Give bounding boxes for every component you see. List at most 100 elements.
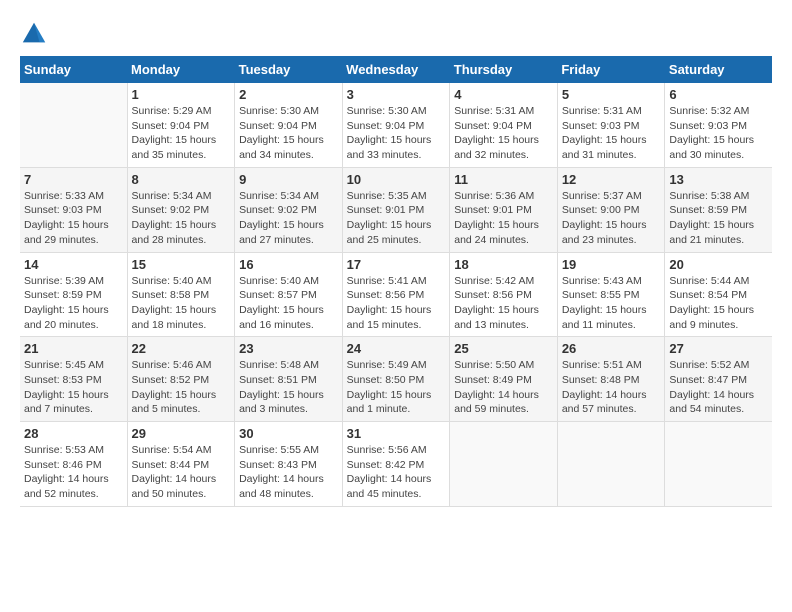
- calendar-cell: 26 Sunrise: 5:51 AMSunset: 8:48 PMDayligh…: [557, 337, 665, 422]
- day-info: Sunrise: 5:42 AMSunset: 8:56 PMDaylight:…: [454, 274, 553, 333]
- calendar-cell: 23 Sunrise: 5:48 AMSunset: 8:51 PMDayligh…: [235, 337, 343, 422]
- day-info: Sunrise: 5:35 AMSunset: 9:01 PMDaylight:…: [347, 189, 446, 248]
- day-info: Sunrise: 5:52 AMSunset: 8:47 PMDaylight:…: [669, 358, 768, 417]
- day-info: Sunrise: 5:54 AMSunset: 8:44 PMDaylight:…: [132, 443, 231, 502]
- day-number: 22: [132, 341, 231, 356]
- day-number: 31: [347, 426, 446, 441]
- day-info: Sunrise: 5:45 AMSunset: 8:53 PMDaylight:…: [24, 358, 123, 417]
- calendar-cell: 24Sunrise: 5:49 AMSunset: 8:50 PMDayligh…: [342, 337, 450, 422]
- day-info: Sunrise: 5:32 AMSunset: 9:03 PMDaylight:…: [669, 104, 768, 163]
- day-info: Sunrise: 5:34 AMSunset: 9:02 PMDaylight:…: [239, 189, 338, 248]
- calendar-cell: 21 Sunrise: 5:45 AMSunset: 8:53 PMDayligh…: [20, 337, 127, 422]
- day-info: Sunrise: 5:31 AMSunset: 9:03 PMDaylight:…: [562, 104, 661, 163]
- day-info: Sunrise: 5:40 AMSunset: 8:58 PMDaylight:…: [132, 274, 231, 333]
- day-number: 3: [347, 87, 446, 102]
- day-info: Sunrise: 5:29 AMSunset: 9:04 PMDaylight:…: [132, 104, 231, 163]
- column-header-wednesday: Wednesday: [342, 56, 450, 83]
- calendar-cell: 13 Sunrise: 5:38 AMSunset: 8:59 PMDayligh…: [665, 167, 772, 252]
- day-number: 26: [562, 341, 661, 356]
- calendar-cell: 17 Sunrise: 5:41 AMSunset: 8:56 PMDayligh…: [342, 252, 450, 337]
- calendar-cell: 28Sunrise: 5:53 AMSunset: 8:46 PMDayligh…: [20, 422, 127, 507]
- day-number: 9: [239, 172, 338, 187]
- column-header-tuesday: Tuesday: [235, 56, 343, 83]
- day-number: 18: [454, 257, 553, 272]
- day-info: Sunrise: 5:41 AMSunset: 8:56 PMDaylight:…: [347, 274, 446, 333]
- day-info: Sunrise: 5:40 AMSunset: 8:57 PMDaylight:…: [239, 274, 338, 333]
- day-info: Sunrise: 5:51 AMSunset: 8:48 PMDaylight:…: [562, 358, 661, 417]
- day-number: 6: [669, 87, 768, 102]
- calendar-cell: 3 Sunrise: 5:30 AMSunset: 9:04 PMDaylight…: [342, 83, 450, 167]
- logo: [20, 20, 52, 48]
- day-number: 14: [24, 257, 123, 272]
- day-number: 2: [239, 87, 338, 102]
- column-header-thursday: Thursday: [450, 56, 558, 83]
- day-info: Sunrise: 5:38 AMSunset: 8:59 PMDaylight:…: [669, 189, 768, 248]
- day-info: Sunrise: 5:46 AMSunset: 8:52 PMDaylight:…: [132, 358, 231, 417]
- day-number: 12: [562, 172, 661, 187]
- day-number: 17: [347, 257, 446, 272]
- calendar-cell: 29 Sunrise: 5:54 AMSunset: 8:44 PMDayligh…: [127, 422, 235, 507]
- calendar-cell: 19Sunrise: 5:43 AMSunset: 8:55 PMDayligh…: [557, 252, 665, 337]
- calendar-cell: 22 Sunrise: 5:46 AMSunset: 8:52 PMDayligh…: [127, 337, 235, 422]
- calendar-cell: 8 Sunrise: 5:34 AMSunset: 9:02 PMDaylight…: [127, 167, 235, 252]
- calendar-cell: 7Sunrise: 5:33 AMSunset: 9:03 PMDaylight…: [20, 167, 127, 252]
- calendar-cell: 4 Sunrise: 5:31 AMSunset: 9:04 PMDaylight…: [450, 83, 558, 167]
- calendar-cell: 11Sunrise: 5:36 AMSunset: 9:01 PMDayligh…: [450, 167, 558, 252]
- day-number: 7: [24, 172, 123, 187]
- calendar-week-row: 14Sunrise: 5:39 AMSunset: 8:59 PMDayligh…: [20, 252, 772, 337]
- day-info: Sunrise: 5:49 AMSunset: 8:50 PMDaylight:…: [347, 358, 446, 417]
- calendar-cell: 14Sunrise: 5:39 AMSunset: 8:59 PMDayligh…: [20, 252, 127, 337]
- calendar-table: SundayMondayTuesdayWednesdayThursdayFrid…: [20, 56, 772, 507]
- day-number: 13: [669, 172, 768, 187]
- column-header-saturday: Saturday: [665, 56, 772, 83]
- calendar-cell: 5Sunrise: 5:31 AMSunset: 9:03 PMDaylight…: [557, 83, 665, 167]
- day-number: 28: [24, 426, 123, 441]
- calendar-cell: 10 Sunrise: 5:35 AMSunset: 9:01 PMDayligh…: [342, 167, 450, 252]
- day-info: Sunrise: 5:30 AMSunset: 9:04 PMDaylight:…: [347, 104, 446, 163]
- calendar-cell: 2 Sunrise: 5:30 AMSunset: 9:04 PMDaylight…: [235, 83, 343, 167]
- logo-icon: [20, 20, 48, 48]
- calendar-cell: 16 Sunrise: 5:40 AMSunset: 8:57 PMDayligh…: [235, 252, 343, 337]
- calendar-cell: 27Sunrise: 5:52 AMSunset: 8:47 PMDayligh…: [665, 337, 772, 422]
- day-info: Sunrise: 5:56 AMSunset: 8:42 PMDaylight:…: [347, 443, 446, 502]
- calendar-cell: [557, 422, 665, 507]
- calendar-cell: 1Sunrise: 5:29 AMSunset: 9:04 PMDaylight…: [127, 83, 235, 167]
- calendar-week-row: 7Sunrise: 5:33 AMSunset: 9:03 PMDaylight…: [20, 167, 772, 252]
- page-header: [20, 20, 772, 48]
- calendar-cell: 12 Sunrise: 5:37 AMSunset: 9:00 PMDayligh…: [557, 167, 665, 252]
- calendar-cell: [20, 83, 127, 167]
- calendar-cell: 18 Sunrise: 5:42 AMSunset: 8:56 PMDayligh…: [450, 252, 558, 337]
- day-number: 11: [454, 172, 553, 187]
- calendar-cell: 15 Sunrise: 5:40 AMSunset: 8:58 PMDayligh…: [127, 252, 235, 337]
- day-info: Sunrise: 5:37 AMSunset: 9:00 PMDaylight:…: [562, 189, 661, 248]
- day-info: Sunrise: 5:50 AMSunset: 8:49 PMDaylight:…: [454, 358, 553, 417]
- day-number: 4: [454, 87, 553, 102]
- column-header-friday: Friday: [557, 56, 665, 83]
- day-number: 20: [669, 257, 768, 272]
- calendar-cell: 31 Sunrise: 5:56 AMSunset: 8:42 PMDayligh…: [342, 422, 450, 507]
- day-info: Sunrise: 5:30 AMSunset: 9:04 PMDaylight:…: [239, 104, 338, 163]
- calendar-cell: 9 Sunrise: 5:34 AMSunset: 9:02 PMDaylight…: [235, 167, 343, 252]
- day-number: 10: [347, 172, 446, 187]
- day-number: 30: [239, 426, 338, 441]
- calendar-cell: [665, 422, 772, 507]
- calendar-cell: 6 Sunrise: 5:32 AMSunset: 9:03 PMDaylight…: [665, 83, 772, 167]
- day-info: Sunrise: 5:31 AMSunset: 9:04 PMDaylight:…: [454, 104, 553, 163]
- day-info: Sunrise: 5:48 AMSunset: 8:51 PMDaylight:…: [239, 358, 338, 417]
- day-number: 15: [132, 257, 231, 272]
- calendar-cell: [450, 422, 558, 507]
- day-info: Sunrise: 5:43 AMSunset: 8:55 PMDaylight:…: [562, 274, 661, 333]
- day-info: Sunrise: 5:44 AMSunset: 8:54 PMDaylight:…: [669, 274, 768, 333]
- calendar-cell: 20 Sunrise: 5:44 AMSunset: 8:54 PMDayligh…: [665, 252, 772, 337]
- calendar-week-row: 1Sunrise: 5:29 AMSunset: 9:04 PMDaylight…: [20, 83, 772, 167]
- column-header-monday: Monday: [127, 56, 235, 83]
- day-number: 29: [132, 426, 231, 441]
- day-number: 16: [239, 257, 338, 272]
- day-info: Sunrise: 5:34 AMSunset: 9:02 PMDaylight:…: [132, 189, 231, 248]
- day-number: 21: [24, 341, 123, 356]
- day-number: 8: [132, 172, 231, 187]
- column-header-sunday: Sunday: [20, 56, 127, 83]
- day-info: Sunrise: 5:55 AMSunset: 8:43 PMDaylight:…: [239, 443, 338, 502]
- calendar-cell: 30 Sunrise: 5:55 AMSunset: 8:43 PMDayligh…: [235, 422, 343, 507]
- day-number: 23: [239, 341, 338, 356]
